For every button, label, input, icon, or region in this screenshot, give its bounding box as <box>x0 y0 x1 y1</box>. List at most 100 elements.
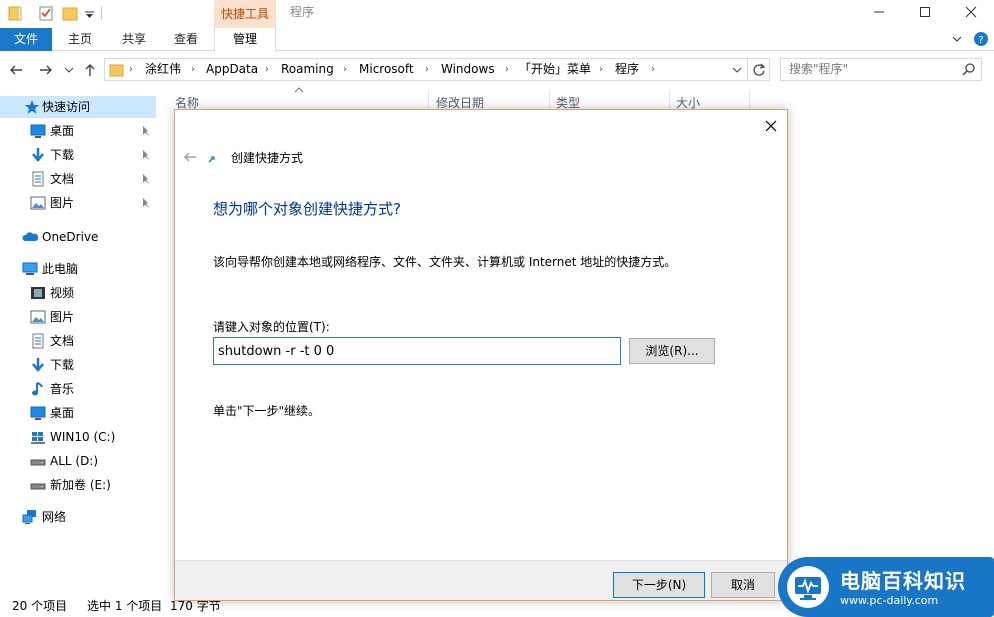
tab-manage[interactable]: 管理 <box>214 28 276 52</box>
breadcrumb-separator[interactable]: › <box>343 59 347 80</box>
refresh-icon <box>752 63 766 77</box>
network-icon <box>22 509 38 525</box>
dialog-description: 该向导帮你创建本地或网络程序、文件、文件夹、计算机或 Internet 地址的快… <box>213 255 677 269</box>
breadcrumb-user[interactable]: 涂红伟 <box>145 59 181 80</box>
nav-drive-c[interactable]: WIN10 (C:) <box>0 426 156 448</box>
nav-pc-videos-label: 视频 <box>50 286 75 300</box>
nav-quick-pictures[interactable]: 图片 <box>0 192 156 214</box>
breadcrumb-start-menu[interactable]: 「开始」菜单 <box>519 59 591 80</box>
nav-drive-e[interactable]: 新加卷 (E:) <box>0 474 156 496</box>
breadcrumb-windows[interactable]: Windows <box>441 59 495 80</box>
breadcrumb-separator[interactable]: › <box>265 59 269 80</box>
nav-drive-d[interactable]: ALL (D:) <box>0 450 156 472</box>
nav-pc-downloads[interactable]: 下载 <box>0 354 156 376</box>
tab-home[interactable]: 主页 <box>58 28 102 51</box>
toolbar-divider <box>101 6 102 20</box>
nav-quick-documents[interactable]: 文档 <box>0 168 156 190</box>
search-icon[interactable] <box>961 62 977 78</box>
shortcut-wizard-icon <box>207 152 219 164</box>
location-input[interactable] <box>213 337 621 365</box>
new-folder-icon[interactable] <box>62 5 78 21</box>
cancel-button[interactable]: 取消 <box>711 572 775 598</box>
breadcrumb-appdata[interactable]: AppData <box>206 59 258 80</box>
search-box[interactable]: 搜索"程序" <box>780 58 982 81</box>
dialog-title: 创建快捷方式 <box>231 151 304 165</box>
pin-icon[interactable] <box>138 124 152 138</box>
desktop-icon <box>30 123 46 139</box>
nav-quick-access[interactable]: 快速访问 <box>0 96 156 118</box>
address-bar[interactable]: › 涂红伟 › AppData › Roaming › Microsoft › … <box>104 58 748 81</box>
nav-pc-documents[interactable]: 文档 <box>0 330 156 352</box>
back-arrow-icon[interactable] <box>8 62 24 78</box>
refresh-button[interactable] <box>748 58 770 81</box>
watermark-url: www.pc-daily.com <box>840 594 939 607</box>
nav-onedrive[interactable]: OneDrive <box>0 226 156 248</box>
breadcrumb-separator[interactable]: › <box>425 59 429 80</box>
video-icon <box>30 285 46 301</box>
folder-icon[interactable] <box>8 5 24 21</box>
pin-icon[interactable] <box>138 148 152 162</box>
nav-this-pc[interactable]: 此电脑 <box>0 258 156 280</box>
nav-pc-downloads-label: 下载 <box>50 358 75 372</box>
star-icon <box>24 99 40 115</box>
tab-file[interactable]: 文件 <box>0 28 52 51</box>
music-note-icon <box>30 381 46 397</box>
context-tab-label: 快捷工具 <box>214 0 276 28</box>
close-button[interactable] <box>948 0 994 24</box>
breadcrumb-separator[interactable]: › <box>129 59 133 80</box>
breadcrumb-separator[interactable]: › <box>599 59 603 80</box>
desktop-icon <box>30 405 46 421</box>
nav-network[interactable]: 网络 <box>0 506 156 528</box>
nav-pc-music-label: 音乐 <box>50 382 75 396</box>
nav-quick-desktop-label: 桌面 <box>50 124 75 138</box>
ribbon-expand-chevron-icon[interactable] <box>950 32 964 46</box>
onedrive-cloud-icon <box>22 229 38 245</box>
tab-view[interactable]: 查看 <box>164 28 208 51</box>
nav-network-label: 网络 <box>42 510 67 524</box>
drive-icon <box>30 453 46 469</box>
nav-this-pc-label: 此电脑 <box>42 262 79 276</box>
breadcrumb-separator[interactable]: › <box>505 59 509 80</box>
ribbon-tabs: 文件 主页 共享 查看 管理 ? <box>0 28 994 52</box>
forward-arrow-icon[interactable] <box>38 62 54 78</box>
nav-quick-downloads[interactable]: 下载 <box>0 144 156 166</box>
document-icon <box>30 171 46 187</box>
tab-share[interactable]: 共享 <box>112 28 156 51</box>
dialog-hint: 单击"下一步"继续。 <box>213 404 321 418</box>
dialog-close-button[interactable] <box>761 116 781 136</box>
nav-pc-pictures[interactable]: 图片 <box>0 306 156 328</box>
nav-drive-d-label: ALL (D:) <box>50 454 99 468</box>
status-item-count: 20 个项目 <box>12 599 68 613</box>
windows-drive-icon <box>30 429 46 445</box>
breadcrumb-separator[interactable]: › <box>651 59 655 80</box>
properties-icon[interactable] <box>38 5 54 21</box>
customize-toolbar-icon[interactable] <box>82 5 98 21</box>
breadcrumb-roaming[interactable]: Roaming <box>281 59 334 80</box>
create-shortcut-dialog: 创建快捷方式 想为哪个对象创建快捷方式? 该向导帮你创建本地或网络程序、文件、文… <box>174 109 788 601</box>
dialog-back-arrow-icon[interactable] <box>181 148 199 166</box>
dialog-heading: 想为哪个对象创建快捷方式? <box>213 200 401 218</box>
breadcrumb-microsoft[interactable]: Microsoft <box>359 59 414 80</box>
search-placeholder: 搜索"程序" <box>789 62 849 76</box>
minimize-button[interactable] <box>856 0 902 24</box>
pin-icon[interactable] <box>138 172 152 186</box>
nav-pc-desktop[interactable]: 桌面 <box>0 402 156 424</box>
pin-icon[interactable] <box>138 196 152 210</box>
breadcrumb-programs[interactable]: 程序 <box>615 59 639 80</box>
monitor-logo-icon <box>786 565 830 609</box>
navigation-bar: › 涂红伟 › AppData › Roaming › Microsoft › … <box>0 52 994 88</box>
help-icon[interactable]: ? <box>973 31 989 47</box>
nav-quick-desktop[interactable]: 桌面 <box>0 120 156 142</box>
recent-locations-chevron-icon[interactable] <box>63 64 75 76</box>
maximize-button[interactable] <box>902 0 948 24</box>
address-dropdown-chevron-icon[interactable] <box>731 64 743 76</box>
next-button[interactable]: 下一步(N) <box>613 572 705 598</box>
nav-pc-videos[interactable]: 视频 <box>0 282 156 304</box>
navigation-pane: 快速访问 桌面 下载 文档 图片 OneDrive 此电脑 视频 图片 文档 下… <box>0 90 156 590</box>
breadcrumb-separator[interactable]: › <box>191 59 195 80</box>
up-arrow-icon[interactable] <box>82 62 98 78</box>
nav-quick-pictures-label: 图片 <box>50 196 75 210</box>
nav-pc-music[interactable]: 音乐 <box>0 378 156 400</box>
browse-button[interactable]: 浏览(R)... <box>629 338 715 364</box>
nav-pc-desktop-label: 桌面 <box>50 406 75 420</box>
